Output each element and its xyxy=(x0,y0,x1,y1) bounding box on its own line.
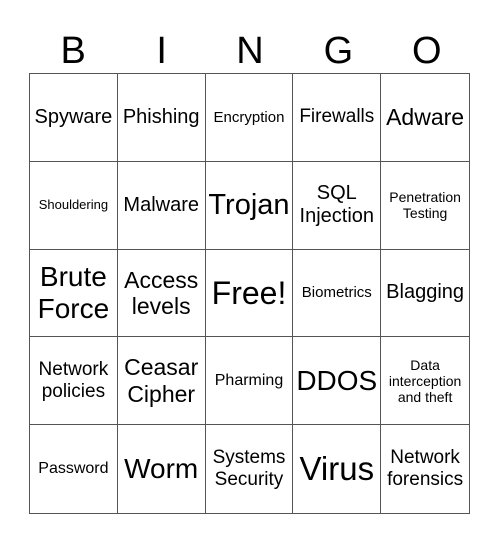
bingo-cell[interactable]: Worm xyxy=(118,425,206,513)
bingo-cell[interactable]: Free! xyxy=(205,249,294,338)
cell-label: Firewalls xyxy=(299,106,375,128)
bingo-cell[interactable]: Adware xyxy=(381,74,469,162)
bingo-cell[interactable]: Encryption xyxy=(205,74,294,162)
bingo-cell[interactable]: Spyware xyxy=(30,74,118,162)
bingo-cell[interactable]: Blagging xyxy=(381,250,469,338)
header-letter-g: G xyxy=(323,30,354,72)
bingo-cell[interactable]: Trojan xyxy=(205,161,294,250)
bingo-cell[interactable]: Virus xyxy=(293,425,382,513)
cell-label: SQL Injection xyxy=(299,182,375,228)
bingo-cell[interactable]: Malware xyxy=(117,161,206,250)
bingo-cell[interactable]: Data interception and theft xyxy=(381,337,469,426)
cell-label: Trojan xyxy=(208,188,290,221)
cell-label: Ceasar Cipher xyxy=(124,354,199,407)
cell-label: Pharming xyxy=(214,371,284,389)
bingo-cell[interactable]: Shouldering xyxy=(30,161,118,250)
cell-label: Network policies xyxy=(38,358,109,402)
bingo-cell[interactable]: Password xyxy=(30,425,118,513)
header-letter-o: O xyxy=(412,30,442,72)
cell-label: Systems Security xyxy=(212,447,286,491)
cell-label: Adware xyxy=(386,104,465,131)
cell-label: Virus xyxy=(299,450,375,488)
bingo-cell[interactable]: Phishing xyxy=(117,74,206,162)
bingo-grid: Spyware Phishing Encryption Firewalls Adware… xyxy=(29,73,470,514)
header-letter-n: N xyxy=(236,30,264,72)
cell-label: DDOS xyxy=(296,364,378,396)
bingo-cell[interactable]: Firewalls xyxy=(293,74,382,162)
cell-label: Malware xyxy=(123,193,199,216)
bingo-cell[interactable]: Network forensics xyxy=(381,425,469,513)
bingo-cell[interactable]: Biometrics xyxy=(293,249,382,338)
bingo-header: B I N G O xyxy=(29,30,471,72)
bingo-cell[interactable]: Ceasar Cipher xyxy=(117,337,206,426)
bingo-cell[interactable]: Brute Force xyxy=(30,249,118,338)
cell-label: Network forensics xyxy=(387,447,464,491)
cell-label: Access levels xyxy=(124,266,199,319)
cell-label: Brute Force xyxy=(37,260,110,324)
header-letter-i: I xyxy=(156,30,167,72)
bingo-cell[interactable]: DDOS xyxy=(293,337,382,426)
cell-label: Blagging xyxy=(386,281,465,304)
bingo-cell[interactable]: Systems Security xyxy=(206,425,294,513)
bingo-cell[interactable]: Network policies xyxy=(30,337,118,426)
bingo-cell[interactable]: Penetration Testing xyxy=(381,162,469,250)
cell-label: Encryption xyxy=(213,108,285,126)
cell-label: Penetration Testing xyxy=(389,189,461,222)
cell-label: Biometrics xyxy=(301,284,372,302)
bingo-cell[interactable]: Access levels xyxy=(117,249,206,338)
cell-label: Data interception and theft xyxy=(388,356,462,405)
cell-label: Phishing xyxy=(122,105,200,128)
cell-label: Spyware xyxy=(34,105,113,128)
header-letter-b: B xyxy=(60,30,86,72)
cell-label: Shouldering xyxy=(38,196,109,212)
cell-label: Password xyxy=(38,459,109,477)
cell-label: Worm xyxy=(124,453,199,484)
bingo-cell[interactable]: SQL Injection xyxy=(293,161,382,250)
cell-label: Free! xyxy=(211,274,287,311)
bingo-cell[interactable]: Pharming xyxy=(205,337,294,426)
